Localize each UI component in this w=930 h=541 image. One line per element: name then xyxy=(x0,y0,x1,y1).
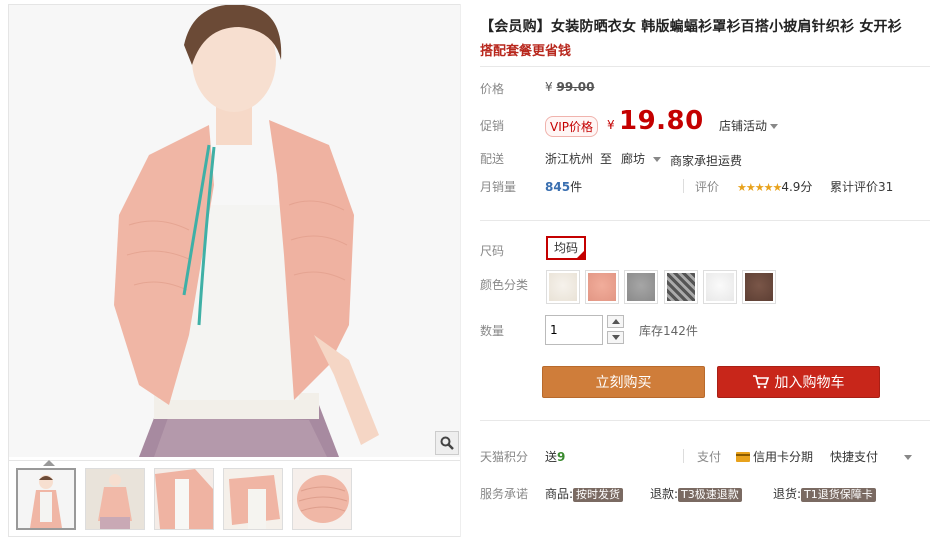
promo-price: 19.80 xyxy=(619,106,704,136)
return-guarantee-badge[interactable]: T1退货保障卡 xyxy=(801,488,876,502)
selected-check-icon xyxy=(576,250,586,259)
buy-now-label: 立刻购买 xyxy=(595,375,652,391)
caret-down-icon xyxy=(903,455,912,460)
quantity-label: 数量 xyxy=(480,324,505,338)
color-label: 颜色分类 xyxy=(480,278,529,292)
swatch-image xyxy=(745,273,773,301)
thumbnail-strip xyxy=(9,460,461,536)
vip-price-badge: VIP价格 xyxy=(545,116,598,137)
divider xyxy=(480,66,930,67)
star-rating-icon: ★★★★★ xyxy=(737,181,782,194)
fast-refund-badge[interactable]: T3极速退款 xyxy=(678,488,742,502)
shipping-to-word: 至 xyxy=(600,152,613,166)
buy-now-button[interactable]: 立刻购买 xyxy=(542,366,705,398)
rating-score: 4.9分 xyxy=(781,180,813,194)
shipping-destination: 廊坊 xyxy=(621,152,646,166)
product-gallery xyxy=(8,4,461,537)
shipping-fee: 商家承担运费 xyxy=(670,154,743,168)
size-option-label: 均码 xyxy=(554,241,579,255)
payment-label: 支付 xyxy=(697,450,722,464)
stock-count: 库存142件 xyxy=(639,324,698,338)
chevron-down-icon xyxy=(770,124,779,129)
monthly-sales-label: 月销量 xyxy=(480,180,517,194)
color-swatch-5[interactable] xyxy=(703,270,737,304)
divider xyxy=(480,220,930,221)
service-return-label: 退货: xyxy=(773,487,802,501)
rating-label: 评价 xyxy=(695,180,720,194)
price-label: 价格 xyxy=(480,82,505,96)
divider xyxy=(480,420,930,421)
product-title: 【会员购】女装防晒衣女 韩版蝙蝠衫罩衫百搭小披肩针织衫 女开衫 xyxy=(480,19,902,35)
thumbnail-3[interactable] xyxy=(154,468,214,530)
separator xyxy=(683,179,684,193)
service-return: 退货: T1退货保障卡 xyxy=(773,485,876,502)
points-value: 送9 xyxy=(545,448,565,465)
quantity-input[interactable] xyxy=(545,315,603,345)
size-label: 尺码 xyxy=(480,244,505,258)
credit-installment-link[interactable]: 信用卡分期 xyxy=(736,448,813,465)
chevron-up-icon xyxy=(611,319,620,324)
original-price-value: 99.00 xyxy=(556,80,595,94)
color-swatch-4[interactable] xyxy=(664,270,698,304)
shipping-from: 浙江杭州 xyxy=(545,152,594,166)
shipping-destination-dropdown[interactable]: 廊坊 xyxy=(621,150,662,167)
swatch-image xyxy=(667,273,695,301)
monthly-sales-count: 845 xyxy=(545,180,571,194)
color-swatch-6[interactable] xyxy=(742,270,776,304)
rating: ★★★★★4.9分 xyxy=(737,178,812,195)
active-thumb-indicator xyxy=(43,460,55,466)
original-price: ¥ 99.00 xyxy=(545,80,594,94)
store-activity-label: 店铺活动 xyxy=(719,119,768,133)
swatch-image xyxy=(588,273,616,301)
magnifier-icon xyxy=(440,436,454,450)
thumbnail-1[interactable] xyxy=(16,468,76,530)
product-info-panel: 【会员购】女装防晒衣女 韩版蝙蝠衫罩衫百搭小披肩针织衫 女开衫 搭配套餐更省钱 … xyxy=(460,4,930,537)
promo-label: 促销 xyxy=(480,119,505,133)
quantity-increase-button[interactable] xyxy=(607,315,624,328)
quantity-decrease-button[interactable] xyxy=(607,331,624,344)
on-time-shipping-badge[interactable]: 按时发货 xyxy=(573,488,624,502)
service-goods: 商品: 按时发货 xyxy=(545,485,624,502)
product-page: 【会员购】女装防晒衣女 韩版蝙蝠衫罩衫百搭小披肩针织衫 女开衫 搭配套餐更省钱 … xyxy=(0,0,930,541)
store-activity-dropdown[interactable]: 店铺活动 xyxy=(719,117,779,134)
product-subtitle-link[interactable]: 搭配套餐更省钱 xyxy=(480,40,571,59)
swatch-image xyxy=(549,273,577,301)
promo-yen-symbol: ¥ xyxy=(607,118,615,132)
chevron-down-icon xyxy=(611,335,620,340)
swatch-image xyxy=(627,273,655,301)
shipping-label: 配送 xyxy=(480,152,505,166)
color-swatch-3[interactable] xyxy=(624,270,658,304)
color-swatch-1[interactable] xyxy=(546,270,580,304)
service-refund: 退款: T3极速退款 xyxy=(650,485,742,502)
thumbnail-4[interactable] xyxy=(223,468,283,530)
credit-installment-label: 信用卡分期 xyxy=(753,450,814,464)
thumbnail-2[interactable] xyxy=(85,468,145,530)
service-label: 服务承诺 xyxy=(480,487,529,501)
monthly-sales-unit: 件 xyxy=(570,180,583,194)
add-to-cart-label: 加入购物车 xyxy=(774,375,845,391)
cart-icon xyxy=(752,375,769,389)
review-count-link[interactable]: 累计评价31 xyxy=(830,178,893,195)
swatch-image xyxy=(706,273,734,301)
separator xyxy=(683,449,684,463)
credit-card-icon xyxy=(736,452,750,462)
monthly-sales: 845件 xyxy=(545,178,582,195)
thumbnail-5[interactable] xyxy=(292,468,352,530)
add-to-cart-button[interactable]: 加入购物车 xyxy=(717,366,880,398)
points-label: 天猫积分 xyxy=(480,450,529,464)
quick-pay-dropdown[interactable]: 快捷支付 xyxy=(830,448,912,465)
service-refund-label: 退款: xyxy=(650,487,679,501)
points-send: 送 xyxy=(545,450,558,464)
main-product-image[interactable] xyxy=(9,5,461,457)
quick-pay-label: 快捷支付 xyxy=(830,450,879,464)
points-amount: 9 xyxy=(557,450,566,464)
caret-down-icon xyxy=(653,157,662,162)
zoom-button[interactable] xyxy=(435,431,459,455)
color-swatch-2[interactable] xyxy=(585,270,619,304)
service-goods-label: 商品: xyxy=(545,487,574,501)
size-option-selected[interactable]: 均码 xyxy=(546,236,587,260)
yen-symbol: ¥ xyxy=(545,80,553,94)
